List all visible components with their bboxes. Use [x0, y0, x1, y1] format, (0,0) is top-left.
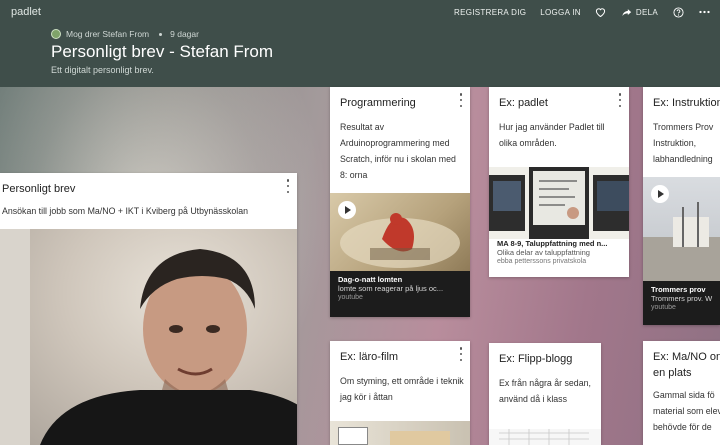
page-subtitle: Ett digitalt personligt brev.: [51, 65, 154, 75]
post-body: Resultat av Arduinoprogrammering med Scr…: [340, 122, 456, 180]
thumbnail-object: [390, 431, 450, 445]
post-card-laro-film[interactable]: Ex: läro-film Om styming, ett område i t…: [330, 341, 470, 445]
post-card-programmering[interactable]: Programmering Resultat av Arduinoprogram…: [330, 87, 470, 317]
header-bar: padlet REGISTRERA DIG LOGGA IN DELA Mog …: [0, 0, 720, 87]
caption-description: Trommers prov. W: [651, 294, 713, 303]
post-title: Personligt brev: [2, 183, 76, 195]
post-body: Om styming, ett område i teknik jag kör …: [340, 376, 464, 402]
post-title: Ex: padlet: [499, 97, 548, 109]
post-title: Ex: Ma/NO on en plats: [653, 351, 720, 379]
post-menu-icon[interactable]: [458, 347, 464, 361]
post-title: Programmering: [340, 97, 416, 109]
post-card-personligt-brev[interactable]: Personligt brev Ansökan till jobb som Ma…: [0, 173, 297, 445]
video-caption: Trommers prov Trommers prov. W youtube: [643, 281, 720, 325]
caption-source: ebba petterssons privatskola: [497, 258, 587, 265]
play-icon[interactable]: [651, 185, 669, 203]
post-body: Ex från några år sedan, använd då i klas…: [499, 378, 591, 404]
caption-title: Dag-o-natt lomten: [338, 275, 403, 284]
post-body: Hur jag använder Padlet till olika områd…: [499, 122, 605, 148]
post-title: Ex: Instruktion: [653, 97, 720, 109]
caption-description: Olika delar av taluppfattning: [497, 248, 590, 257]
play-icon[interactable]: [338, 201, 356, 219]
video-caption: Dag-o-natt lomten lomte som reagerar på …: [330, 271, 470, 317]
more-button[interactable]: [698, 6, 710, 18]
post-card-flipp-blogg[interactable]: Ex: Flipp-blogg Ex från några år sedan, …: [489, 343, 601, 445]
blog-preview-image: [499, 429, 589, 445]
board-age: 9 dagar: [170, 29, 199, 39]
post-body: Gammal sida fö material som eleve behövd…: [653, 390, 720, 432]
padlet-preview[interactable]: [489, 167, 629, 239]
heart-icon: [595, 6, 607, 18]
thumbnail-note: [338, 427, 368, 445]
board-meta: Mog drer Stefan From 9 dagar: [51, 29, 199, 39]
help-icon: [672, 6, 684, 18]
share-arrow-icon: [621, 6, 633, 18]
post-card-padlet[interactable]: Ex: padlet Hur jag använder Padlet till …: [489, 87, 629, 277]
post-title: Ex: läro-film: [340, 351, 399, 363]
caption-title: MA 8-9, Taluppfattning med n...: [497, 239, 608, 248]
post-menu-icon[interactable]: [285, 179, 291, 193]
share-label: DELA: [635, 7, 658, 17]
avatar[interactable]: [51, 29, 61, 39]
post-body: Trommers Prov Instruktion, labhandlednin…: [653, 122, 714, 164]
share-button[interactable]: DELA: [621, 6, 658, 18]
like-button[interactable]: [595, 6, 607, 18]
help-button[interactable]: [672, 6, 684, 18]
video-thumbnail[interactable]: [643, 177, 720, 281]
portrait-image: [0, 229, 297, 445]
author-name[interactable]: Mog drer Stefan From: [66, 29, 149, 39]
caption-source: youtube: [651, 304, 676, 311]
register-button[interactable]: REGISTRERA DIG: [454, 8, 526, 17]
post-card-instruktion[interactable]: Ex: Instruktion Trommers Prov Instruktio…: [643, 87, 720, 325]
video-thumbnail[interactable]: [330, 421, 470, 445]
caption-title: Trommers prov: [651, 285, 706, 294]
post-title: Ex: Flipp-blogg: [499, 353, 573, 365]
login-button[interactable]: LOGGA IN: [540, 8, 581, 17]
video-thumbnail[interactable]: [330, 193, 470, 271]
caption-source: youtube: [338, 294, 363, 301]
header-nav: REGISTRERA DIG LOGGA IN DELA: [440, 6, 710, 18]
blog-preview[interactable]: [489, 429, 601, 445]
link-caption: MA 8-9, Taluppfattning med n... Olika de…: [497, 239, 623, 265]
padlet-preview-image: [489, 167, 629, 239]
separator-dot: [159, 32, 163, 36]
padlet-logo[interactable]: padlet: [11, 6, 41, 18]
post-body: Ansökan till jobb som Ma/NO + IKT i Kvib…: [2, 206, 249, 216]
post-menu-icon[interactable]: [617, 93, 623, 107]
post-menu-icon[interactable]: [458, 93, 464, 107]
more-horizontal-icon: [698, 6, 710, 18]
post-card-ma-no[interactable]: Ex: Ma/NO on en plats Gammal sida fö mat…: [643, 341, 720, 445]
portrait-photo[interactable]: [0, 229, 297, 445]
page-title: Personligt brev - Stefan From: [51, 42, 274, 61]
caption-description: lomte som reagerar på ljus oc...: [338, 284, 444, 293]
